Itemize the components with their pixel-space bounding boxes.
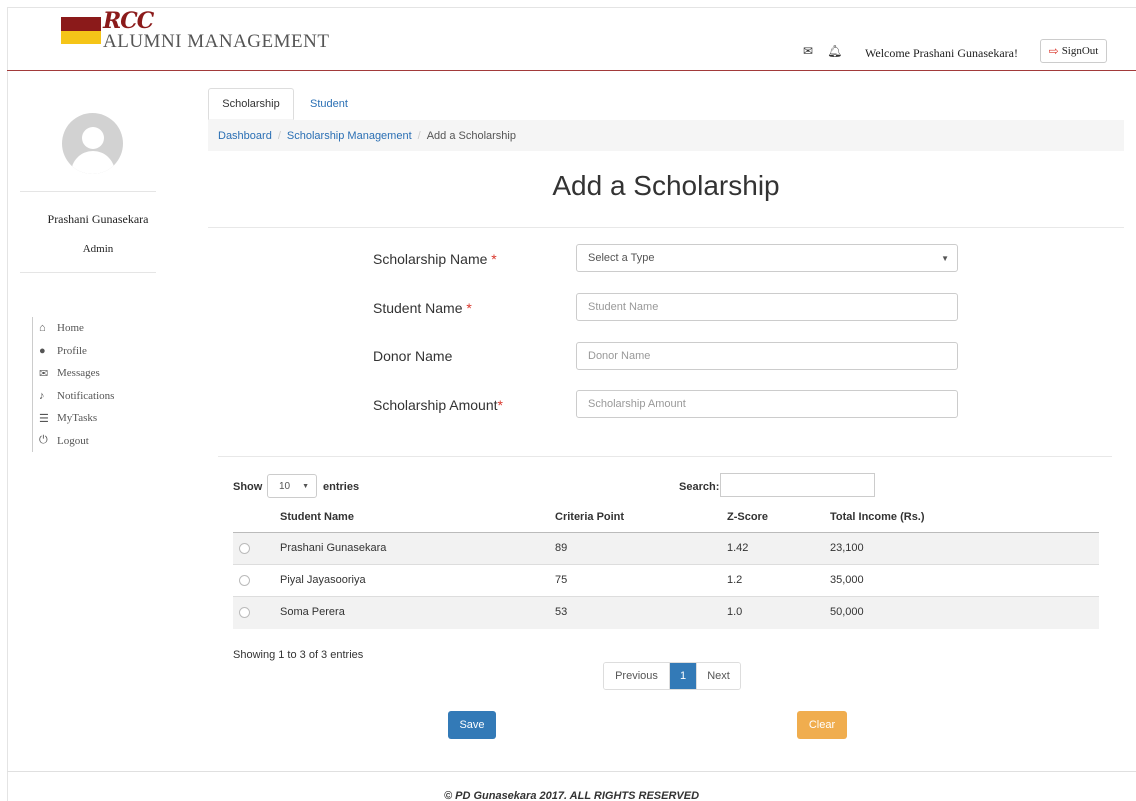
- search-label: Search:: [679, 481, 720, 493]
- save-button[interactable]: Save: [448, 711, 496, 739]
- sidebar-nav: ⌂ Home ● Profile ✉ Messages ♪ Notifications …: [32, 317, 114, 452]
- sidebar-user-role: Admin: [82, 243, 114, 255]
- header-icons: ✉ 🔔︎: [803, 44, 856, 58]
- column-header-student-name[interactable]: Student Name: [280, 511, 354, 523]
- show-label: Show: [233, 481, 263, 493]
- form-divider: [218, 456, 1112, 457]
- list-icon: ☰: [39, 412, 49, 425]
- table-row: Soma Perera 53 1.0 50,000: [233, 597, 1099, 629]
- sidebar-user-name: Prashani Gunasekara: [47, 212, 149, 226]
- donor-name-input[interactable]: [576, 342, 958, 370]
- sidebar-item-mytasks[interactable]: ☰ MyTasks: [39, 407, 114, 430]
- breadcrumb-current: Add a Scholarship: [426, 129, 516, 142]
- pagination-previous[interactable]: Previous: [604, 663, 670, 689]
- breadcrumb-dashboard[interactable]: Dashboard: [218, 130, 272, 142]
- donor-name-label: Donor Name: [373, 348, 453, 364]
- tab-bar: Scholarship Student: [208, 88, 360, 120]
- table-info: Showing 1 to 3 of 3 entries: [233, 649, 364, 661]
- page-length-select[interactable]: 10 ▼: [267, 474, 317, 498]
- breadcrumb-separator: /: [277, 129, 281, 142]
- entries-label: entries: [323, 481, 360, 493]
- column-header-total-income[interactable]: Total Income (Rs.): [830, 511, 925, 523]
- scholarship-amount-input[interactable]: [576, 390, 958, 418]
- bell-icon[interactable]: 🔔︎: [827, 44, 842, 58]
- power-icon: ⏻: [39, 434, 48, 447]
- pagination: Previous 1 Next: [603, 662, 741, 690]
- envelope-icon[interactable]: ✉: [803, 44, 813, 58]
- breadcrumb-separator: /: [417, 129, 421, 142]
- avatar: [62, 113, 123, 174]
- pagination-next[interactable]: Next: [696, 663, 740, 689]
- footer-divider: [7, 771, 1136, 772]
- pagination-page-1[interactable]: 1: [670, 663, 696, 689]
- column-header-criteria-point[interactable]: Criteria Point: [555, 511, 624, 523]
- bell-icon: ♪: [39, 389, 45, 402]
- signout-icon: ⇨: [1048, 43, 1059, 58]
- user-icon: ●: [39, 344, 46, 357]
- clear-button[interactable]: Clear: [797, 711, 847, 739]
- sidebar-divider: [20, 191, 156, 192]
- column-header-z-score[interactable]: Z-Score: [727, 511, 768, 523]
- scholarship-amount-label: Scholarship Amount*: [373, 397, 503, 413]
- search-input[interactable]: [720, 473, 875, 497]
- welcome-text: Welcome Prashani Gunasekara!: [865, 46, 1018, 60]
- row-select-radio[interactable]: [239, 543, 250, 554]
- sidebar-item-home[interactable]: ⌂ Home: [39, 317, 114, 340]
- student-name-input[interactable]: [576, 293, 958, 321]
- sidebar-item-profile[interactable]: ● Profile: [39, 340, 114, 363]
- sidebar-item-logout[interactable]: ⏻ Logout: [39, 430, 114, 453]
- sidebar-item-notifications[interactable]: ♪ Notifications: [39, 385, 114, 408]
- row-select-radio[interactable]: [239, 575, 250, 586]
- table-row: Prashani Gunasekara 89 1.42 23,100: [233, 533, 1099, 565]
- page-title: Add a Scholarship: [552, 170, 780, 201]
- signout-label: SignOut: [1061, 45, 1099, 57]
- sidebar-item-messages[interactable]: ✉ Messages: [39, 362, 114, 385]
- title-divider: [208, 227, 1124, 228]
- breadcrumb: Dashboard / Scholarship Management / Add…: [208, 120, 1124, 151]
- chevron-down-icon: ▼: [302, 482, 309, 490]
- envelope-icon: ✉: [39, 367, 49, 380]
- breadcrumb-scholarship-management[interactable]: Scholarship Management: [287, 130, 412, 142]
- logo-flag-icon: [61, 17, 101, 44]
- scholarship-name-label: Scholarship Name *: [373, 251, 497, 267]
- student-name-label: Student Name *: [373, 300, 472, 316]
- table-row: Piyal Jayasooriya 75 1.2 35,000: [233, 565, 1099, 597]
- chevron-down-icon: ▼: [941, 253, 949, 263]
- footer-copyright: © PD Gunasekara 2017. ALL RIGHTS RESERVE…: [443, 790, 700, 801]
- tab-scholarship[interactable]: Scholarship: [208, 88, 294, 120]
- tab-student[interactable]: Student: [294, 88, 360, 120]
- logo-title: ALUMNI MANAGEMENT: [103, 31, 330, 52]
- scholarship-type-select[interactable]: Select a Type ▼: [576, 244, 958, 272]
- row-select-radio[interactable]: [239, 607, 250, 618]
- sidebar-divider: [20, 272, 156, 273]
- home-icon: ⌂: [39, 322, 46, 335]
- signout-button[interactable]: ⇨ SignOut: [1040, 39, 1107, 63]
